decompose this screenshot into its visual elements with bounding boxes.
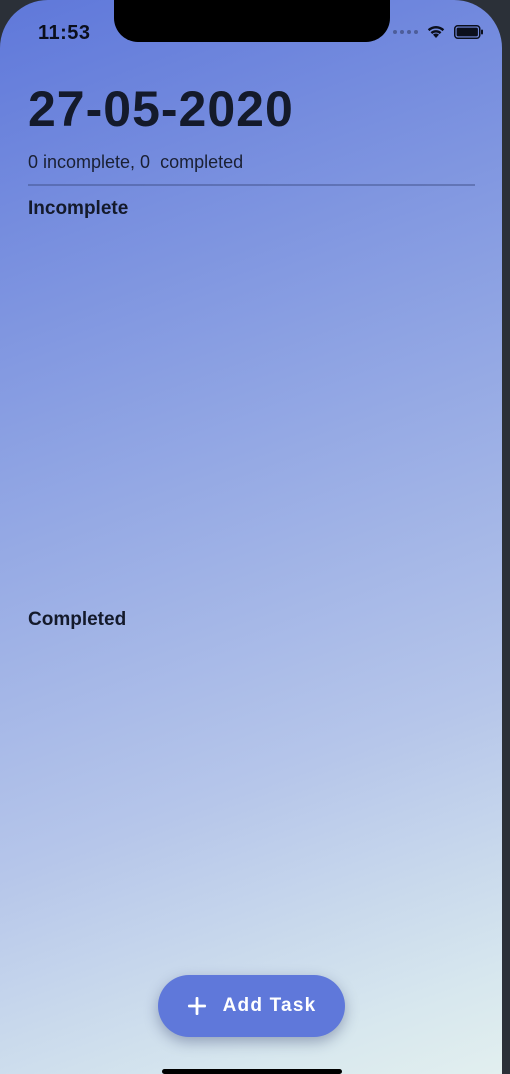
completed-section-title: Completed xyxy=(28,609,127,630)
incomplete-task-list xyxy=(28,228,475,598)
status-time: 11:53 xyxy=(38,22,91,44)
device-notch xyxy=(114,0,390,42)
home-indicator[interactable] xyxy=(162,1069,342,1074)
plus-icon xyxy=(187,997,206,1015)
completed-task-list xyxy=(28,640,475,960)
device-frame: 11:53 27-05-2020 0 incomplete, 0 complet… xyxy=(0,0,510,1074)
add-task-button[interactable]: Add Task xyxy=(158,975,345,1037)
wifi-icon xyxy=(427,26,445,38)
add-task-label: Add Task xyxy=(222,995,317,1016)
battery-icon xyxy=(454,24,483,39)
app-screen: 11:53 27-05-2020 0 incomplete, 0 complet… xyxy=(0,0,502,1074)
cellular-signal-icon xyxy=(393,29,418,34)
status-indicators xyxy=(393,24,484,39)
task-summary: 0 incomplete, 0 completed xyxy=(28,152,244,172)
incomplete-section-title: Incomplete xyxy=(28,198,129,219)
header-divider xyxy=(28,184,475,186)
page-title-date: 27-05-2020 xyxy=(28,81,294,137)
